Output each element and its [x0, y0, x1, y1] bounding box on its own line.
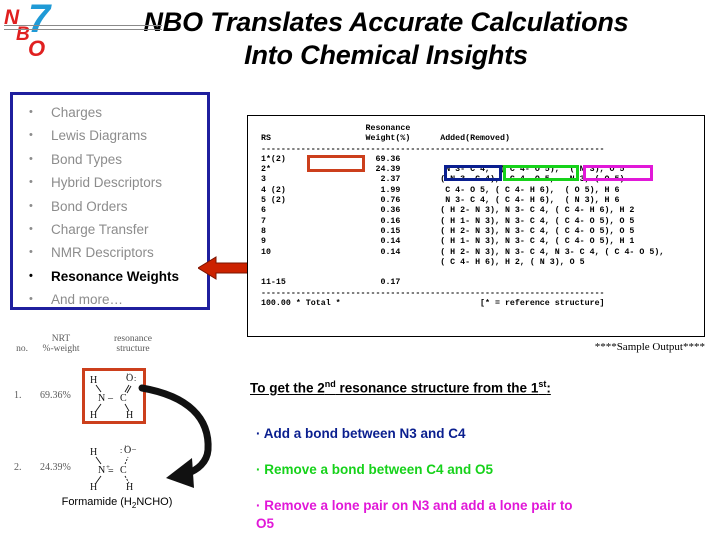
highlight-box-add-bond: [444, 165, 502, 181]
svg-text:C: C: [120, 393, 127, 404]
nrt-header-nrt: NRT: [51, 334, 71, 344]
nrt-table-header: no. NRT %-weight resonance structure: [6, 334, 176, 358]
explanation-heading-mid: resonance structure from the 1: [335, 380, 539, 396]
feature-list-panel: ChargesLewis DiagramsBond TypesHybrid De…: [10, 92, 210, 312]
nrt-row1-weight: 69.36%: [40, 390, 71, 401]
sample-output-box: Resonance RS Weight(%) Added(Removed) --…: [247, 115, 705, 337]
nrt-row2-weight: 24.39%: [40, 462, 71, 473]
nbo-logo: 7 N B O: [4, 2, 52, 60]
explanation-heading-pre: To get the 2: [250, 380, 325, 396]
formamide-caption-post: NCHO): [136, 496, 173, 508]
explanation-bullet-add-bond: · Add a bond between N3 and C4: [256, 426, 466, 441]
nrt-output-text: Resonance RS Weight(%) Added(Removed) --…: [260, 124, 665, 309]
feature-list-item[interactable]: Hybrid Descriptors: [13, 171, 207, 195]
sample-output-caption: ****Sample Output****: [594, 341, 705, 353]
svg-text:–: –: [107, 393, 114, 404]
feature-list: ChargesLewis DiagramsBond TypesHybrid De…: [13, 95, 207, 312]
svg-text:H: H: [90, 447, 97, 458]
logo-o: O: [28, 36, 45, 60]
feature-list-item[interactable]: Charges: [13, 101, 207, 125]
nrt-header-structure: structure: [116, 344, 150, 354]
highlight-box-weight: [307, 155, 365, 172]
nrt-row2-no: 2.: [14, 462, 22, 473]
explanation-heading: To get the 2nd resonance structure from …: [250, 375, 580, 398]
nrt-table-rule: [4, 25, 162, 30]
feature-list-item[interactable]: Bond Orders: [13, 195, 207, 219]
svg-text:=: =: [108, 466, 114, 477]
slide-title: NBO Translates Accurate Calculations Int…: [56, 6, 716, 72]
curved-arrow-icon: [138, 384, 212, 488]
slide-title-line1: NBO Translates Accurate Calculations: [143, 7, 629, 37]
resonance-structure-2: H O : – ·· N + C = H H: [90, 442, 137, 493]
nrt-row1-no: 1.: [14, 390, 22, 401]
svg-text:H: H: [126, 482, 133, 493]
explanation-bullet-lone-pair: · Remove a lone pair on N3 and add a lon…: [256, 498, 573, 531]
svg-text:C: C: [120, 465, 127, 476]
formamide-caption: Formamide (H2NCHO): [8, 496, 226, 510]
feature-list-item[interactable]: Bond Types: [13, 148, 207, 172]
svg-text:··: ··: [126, 370, 131, 379]
svg-text:H: H: [90, 375, 97, 386]
feature-list-item[interactable]: Charge Transfer: [13, 218, 207, 242]
svg-text:··: ··: [124, 442, 129, 451]
explanation-heading-sup-nd: nd: [324, 379, 336, 389]
feature-list-item[interactable]: And more…: [13, 288, 207, 312]
svg-text:N: N: [98, 465, 105, 476]
highlight-box-remove-bond: [503, 165, 579, 181]
svg-text:N: N: [98, 393, 105, 404]
svg-text:H: H: [126, 410, 133, 421]
explanation-bullet-remove-bond: · Remove a bond between C4 and O5: [256, 462, 494, 477]
resonance-structure-1: H O : ·· N C – H H: [90, 370, 136, 421]
svg-text:H: H: [90, 482, 97, 493]
highlight-box-lone-pair: [583, 165, 653, 181]
slide-title-line2: Into Chemical Insights: [244, 40, 528, 70]
svg-text::: :: [120, 446, 122, 455]
feature-list-item[interactable]: Resonance Weights: [13, 265, 207, 289]
nrt-header-resonance: resonance: [114, 334, 152, 344]
formamide-caption-pre: Formamide (H: [61, 496, 132, 508]
svg-text:H: H: [90, 410, 97, 421]
feature-list-item[interactable]: NMR Descriptors: [13, 241, 207, 265]
feature-list-item[interactable]: Lewis Diagrams: [13, 124, 207, 148]
explanation-heading-post: :: [546, 380, 551, 396]
nrt-header-weight: %-weight: [42, 344, 80, 354]
red-arrow-icon: [198, 256, 252, 280]
